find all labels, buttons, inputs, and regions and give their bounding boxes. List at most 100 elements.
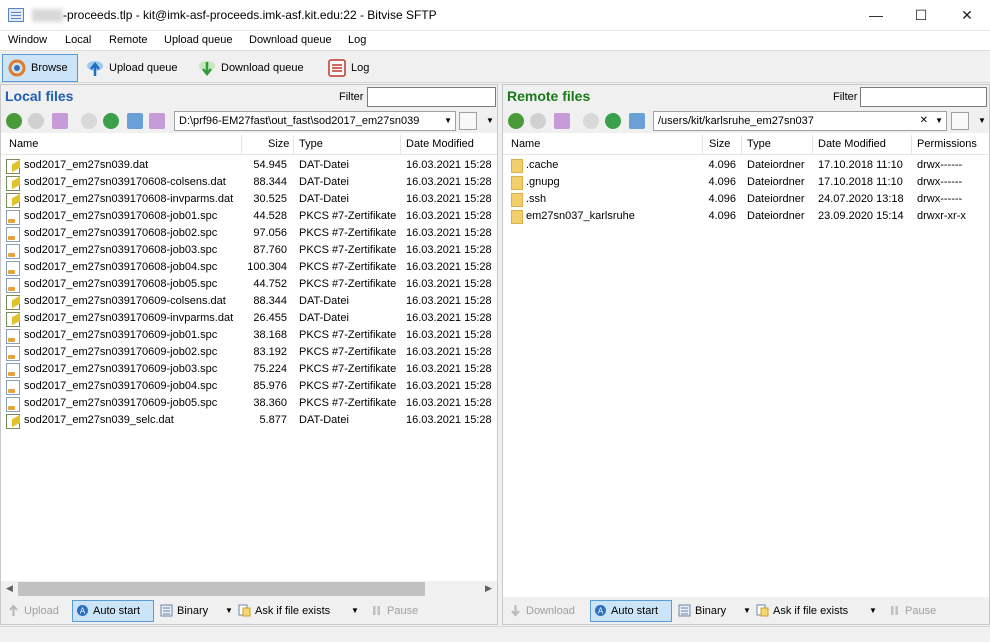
- ask-label: Ask if file exists: [773, 605, 849, 617]
- column-divider[interactable]: [293, 135, 294, 155]
- table-row[interactable]: sod2017_em27sn039170608-invparms.dat 30.5…: [1, 191, 497, 208]
- table-row[interactable]: sod2017_em27sn039170608-job03.spc 87.760 P…: [1, 242, 497, 259]
- home-icon[interactable]: [629, 113, 645, 129]
- chevron-down-icon[interactable]: ▼: [978, 116, 986, 125]
- binary-label: Binary: [177, 605, 209, 617]
- column-type[interactable]: Type: [299, 138, 323, 150]
- table-row[interactable]: sod2017_em27sn039170608-job04.spc 100.304…: [1, 259, 497, 276]
- file-date: 16.03.2021 15:28: [406, 227, 492, 239]
- local-path-input[interactable]: D:\prf96-EM27fast\out_fast\sod2017_em27s…: [174, 111, 456, 131]
- table-row[interactable]: sod2017_em27sn039170608-job05.spc 44.752 P…: [1, 276, 497, 293]
- menu-local[interactable]: Local: [65, 34, 91, 46]
- chevron-down-icon[interactable]: ▼: [935, 112, 943, 130]
- download-button[interactable]: Download: [505, 600, 576, 622]
- table-row[interactable]: sod2017_em27sn039170609-job04.spc 85.976 P…: [1, 378, 497, 395]
- remote-path-input[interactable]: /users/kit/karlsruhe_em27sn037 ✕ ▼: [653, 111, 947, 131]
- view-mode-icon[interactable]: [459, 112, 477, 130]
- folder-up-icon[interactable]: [554, 113, 570, 129]
- table-row[interactable]: sod2017_em27sn039_selc.dat 5.877 DAT-Datei…: [1, 412, 497, 429]
- remote-filter-input[interactable]: [860, 87, 987, 107]
- table-row[interactable]: sod2017_em27sn039170609-job03.spc 75.224 P…: [1, 361, 497, 378]
- stop-icon[interactable]: [583, 113, 599, 129]
- browse-button[interactable]: Browse: [2, 54, 78, 82]
- upload-queue-button[interactable]: Upload queue: [80, 54, 182, 82]
- column-divider[interactable]: [702, 135, 703, 155]
- column-divider[interactable]: [812, 135, 813, 155]
- column-date-modified[interactable]: Date Modified: [406, 138, 474, 150]
- local-filter-input[interactable]: [367, 87, 496, 107]
- menu-remote[interactable]: Remote: [109, 34, 148, 46]
- dat-file-icon: [6, 159, 20, 174]
- column-divider[interactable]: [741, 135, 742, 155]
- table-row[interactable]: .gnupg 4.096 Dateiordner 17.10.2018 11:10 dr…: [503, 174, 989, 191]
- column-divider[interactable]: [911, 135, 912, 155]
- menu-window[interactable]: Window: [8, 34, 47, 46]
- table-row[interactable]: sod2017_em27sn039.dat 54.945 DAT-Datei 16.0…: [1, 157, 497, 174]
- pause-button[interactable]: Pause: [366, 600, 419, 622]
- scroll-right-icon[interactable]: ▶: [485, 583, 492, 594]
- file-exists-dropdown[interactable]: Ask if file exists ▼: [752, 600, 877, 622]
- forward-icon[interactable]: [530, 113, 546, 129]
- column-size[interactable]: Size: [268, 138, 289, 150]
- scroll-left-icon[interactable]: ◀: [6, 583, 13, 594]
- table-row[interactable]: em27sn037_karlsruhe 4.096 Dateiordner 23.09…: [503, 208, 989, 225]
- certificate-file-icon: [6, 261, 20, 276]
- table-row[interactable]: sod2017_em27sn039170608-job02.spc 97.056 P…: [1, 225, 497, 242]
- column-permissions[interactable]: Permissions: [917, 138, 977, 150]
- chevron-down-icon[interactable]: ▼: [444, 112, 452, 130]
- chevron-down-icon[interactable]: ▼: [486, 116, 494, 125]
- local-horizontal-scrollbar[interactable]: ◀ ▶: [1, 581, 497, 597]
- column-date-modified[interactable]: Date Modified: [818, 138, 886, 150]
- close-button[interactable]: ✕: [944, 0, 990, 31]
- scrollbar-thumb[interactable]: [18, 582, 425, 596]
- table-row[interactable]: sod2017_em27sn039170608-colsens.dat 88.34…: [1, 174, 497, 191]
- refresh-icon[interactable]: [103, 113, 119, 129]
- file-exists-dropdown[interactable]: Ask if file exists ▼: [234, 600, 359, 622]
- maximize-button[interactable]: ☐: [898, 0, 944, 31]
- file-date: 24.07.2020 13:18: [818, 193, 904, 205]
- back-icon[interactable]: [508, 113, 524, 129]
- menu-log[interactable]: Log: [348, 34, 366, 46]
- clear-icon[interactable]: ✕: [920, 112, 928, 130]
- log-button[interactable]: Log: [322, 54, 374, 82]
- table-row[interactable]: sod2017_em27sn039170609-job01.spc 38.168 P…: [1, 327, 497, 344]
- upload-button[interactable]: Upload: [3, 600, 60, 622]
- download-queue-button[interactable]: Download queue: [192, 54, 310, 82]
- column-divider[interactable]: [241, 135, 242, 155]
- forward-icon[interactable]: [28, 113, 44, 129]
- table-row[interactable]: sod2017_em27sn039170609-invparms.dat 26.4…: [1, 310, 497, 327]
- file-name: sod2017_em27sn039170609-job05.spc: [24, 397, 218, 409]
- folder-up-icon[interactable]: [52, 113, 68, 129]
- back-icon[interactable]: [6, 113, 22, 129]
- stop-icon[interactable]: [81, 113, 97, 129]
- new-folder-icon[interactable]: [149, 113, 165, 129]
- transfer-mode-dropdown[interactable]: Binary ▼: [674, 600, 751, 622]
- table-row[interactable]: sod2017_em27sn039170609-colsens.dat 88.34…: [1, 293, 497, 310]
- folder-icon: [511, 159, 523, 173]
- file-date: 16.03.2021 15:28: [406, 397, 492, 409]
- column-divider[interactable]: [400, 135, 401, 155]
- table-row[interactable]: sod2017_em27sn039170609-job02.spc 83.192 P…: [1, 344, 497, 361]
- table-row[interactable]: sod2017_em27sn039170608-job01.spc 44.528 P…: [1, 208, 497, 225]
- home-icon[interactable]: [127, 113, 143, 129]
- download-icon: [511, 605, 520, 617]
- file-date: 16.03.2021 15:28: [406, 329, 492, 341]
- minimize-button[interactable]: —: [853, 0, 899, 31]
- column-size[interactable]: Size: [709, 138, 730, 150]
- view-mode-icon[interactable]: [951, 112, 969, 130]
- table-row[interactable]: .ssh 4.096 Dateiordner 24.07.2020 13:18 drwx…: [503, 191, 989, 208]
- column-type[interactable]: Type: [747, 138, 771, 150]
- column-name[interactable]: Name: [511, 138, 540, 150]
- menu-download-queue[interactable]: Download queue: [249, 34, 332, 46]
- auto-start-toggle[interactable]: A Auto start: [72, 600, 154, 622]
- menu-upload-queue[interactable]: Upload queue: [164, 34, 233, 46]
- auto-start-toggle[interactable]: A Auto start: [590, 600, 672, 622]
- pause-button[interactable]: Pause: [884, 600, 937, 622]
- transfer-mode-dropdown[interactable]: Binary ▼: [156, 600, 233, 622]
- table-row[interactable]: .cache 4.096 Dateiordner 17.10.2018 11:10 dr…: [503, 157, 989, 174]
- column-name[interactable]: Name: [9, 138, 38, 150]
- file-name: .cache: [526, 159, 559, 171]
- refresh-icon[interactable]: [605, 113, 621, 129]
- table-row[interactable]: sod2017_em27sn039170609-job05.spc 38.360 P…: [1, 395, 497, 412]
- browse-icon: [8, 59, 26, 77]
